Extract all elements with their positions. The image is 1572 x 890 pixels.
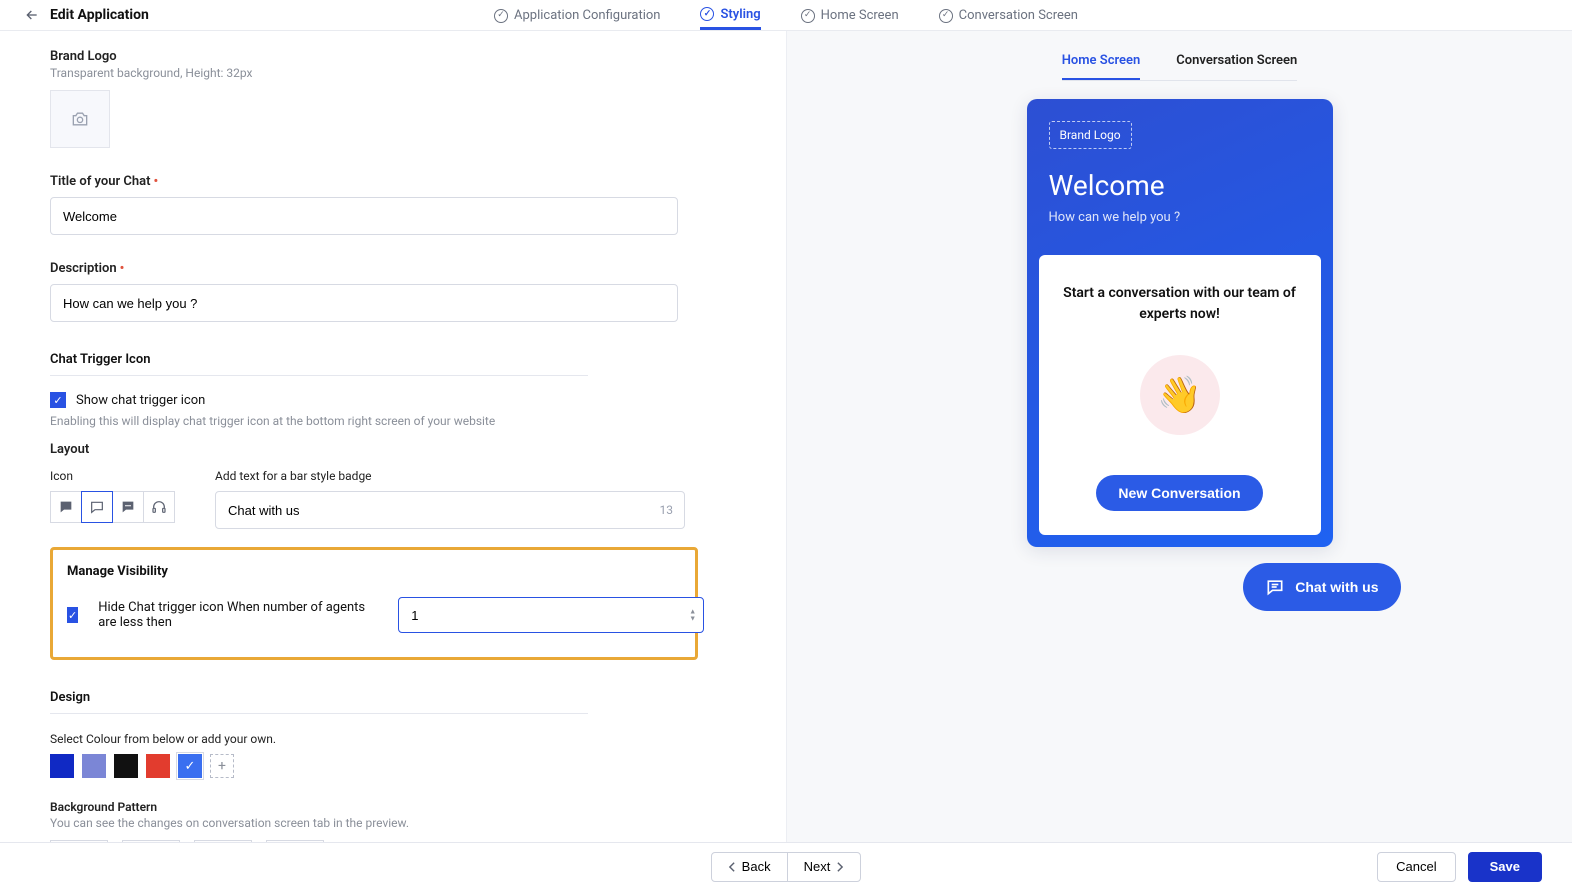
color-swatch[interactable] bbox=[50, 754, 74, 778]
section-chat-trigger: Chat Trigger Icon bbox=[50, 352, 588, 376]
brand-logo-placeholder: Brand Logo bbox=[1049, 121, 1132, 149]
icon-option-dots[interactable] bbox=[112, 491, 144, 523]
page-title: Edit Application bbox=[50, 7, 149, 23]
brand-logo-label: Brand Logo bbox=[50, 49, 736, 64]
icon-label: Icon bbox=[50, 469, 175, 483]
manage-visibility-box: Manage Visibility Hide Chat trigger icon… bbox=[50, 547, 698, 660]
stepper-down-icon[interactable]: ▼ bbox=[689, 616, 696, 622]
back-arrow[interactable] bbox=[20, 3, 44, 27]
required-dot: • bbox=[120, 261, 125, 276]
icon-selector bbox=[50, 491, 175, 523]
preview-tab-conversation[interactable]: Conversation Screen bbox=[1176, 49, 1297, 80]
pattern-label: Background Pattern bbox=[50, 800, 736, 814]
show-trigger-label: Show chat trigger icon bbox=[76, 393, 205, 408]
widget-subtitle: How can we help you ? bbox=[1049, 210, 1311, 225]
bar-text-input[interactable] bbox=[215, 491, 685, 529]
bar-char-counter: 13 bbox=[660, 503, 674, 517]
hide-trigger-checkbox[interactable] bbox=[67, 607, 78, 623]
icon-option-speech-outline[interactable] bbox=[81, 491, 113, 523]
form-panel: Brand Logo Transparent background, Heigh… bbox=[0, 31, 786, 842]
preview-tabs: Home Screen Conversation Screen bbox=[1062, 49, 1298, 81]
topbar: Edit Application Application Configurati… bbox=[0, 0, 1572, 30]
number-stepper[interactable]: ▲▼ bbox=[689, 609, 696, 622]
color-swatch[interactable] bbox=[146, 754, 170, 778]
section-design: Design bbox=[50, 690, 588, 714]
icon-option-speech-filled[interactable] bbox=[50, 491, 82, 523]
footer: Back Next Cancel Save bbox=[0, 842, 1572, 890]
hide-trigger-label: Hide Chat trigger icon When number of ag… bbox=[98, 600, 378, 630]
next-button[interactable]: Next bbox=[787, 852, 862, 882]
step-application-configuration[interactable]: Application Configuration bbox=[494, 0, 660, 30]
show-trigger-hint: Enabling this will display chat trigger … bbox=[50, 414, 736, 428]
layout-label: Layout bbox=[50, 442, 736, 457]
description-label: Description• bbox=[50, 261, 124, 276]
widget-title: Welcome bbox=[1049, 169, 1311, 202]
chat-title-label: Title of your Chat• bbox=[50, 174, 158, 189]
brand-logo-upload[interactable] bbox=[50, 90, 110, 148]
show-trigger-checkbox[interactable] bbox=[50, 392, 66, 408]
wizard-nav: Back Next bbox=[711, 852, 862, 882]
color-palette: + bbox=[50, 754, 736, 778]
chat-title-input[interactable] bbox=[50, 197, 678, 235]
section-manage-visibility: Manage Visibility bbox=[67, 564, 681, 579]
chat-trigger-badge[interactable]: Chat with us bbox=[1243, 563, 1400, 611]
icon-option-headset[interactable] bbox=[143, 491, 175, 523]
save-button[interactable]: Save bbox=[1468, 852, 1542, 882]
new-conversation-button[interactable]: New Conversation bbox=[1096, 475, 1262, 511]
color-label: Select Colour from below or add your own… bbox=[50, 732, 736, 746]
chat-icon bbox=[1265, 577, 1285, 597]
wave-icon: 👋 bbox=[1140, 355, 1220, 435]
widget-preview: Brand Logo Welcome How can we help you ?… bbox=[1027, 99, 1333, 547]
pattern-hint: You can see the changes on conversation … bbox=[50, 816, 736, 830]
wizard-steps: Application Configuration Styling Home S… bbox=[494, 0, 1078, 30]
cancel-button[interactable]: Cancel bbox=[1377, 852, 1455, 882]
bar-label: Add text for a bar style badge bbox=[215, 469, 685, 483]
camera-icon bbox=[70, 109, 90, 129]
step-home-screen[interactable]: Home Screen bbox=[801, 0, 899, 30]
step-styling[interactable]: Styling bbox=[700, 0, 760, 30]
required-dot: • bbox=[154, 174, 159, 189]
brand-logo-hint: Transparent background, Height: 32px bbox=[50, 66, 736, 80]
color-swatch[interactable] bbox=[178, 754, 202, 778]
widget-card-text: Start a conversation with our team of ex… bbox=[1059, 283, 1301, 325]
color-swatch[interactable] bbox=[114, 754, 138, 778]
preview-tab-home[interactable]: Home Screen bbox=[1062, 49, 1141, 80]
preview-panel: Home Screen Conversation Screen Brand Lo… bbox=[786, 31, 1572, 842]
step-conversation-screen[interactable]: Conversation Screen bbox=[939, 0, 1078, 30]
agents-threshold-input[interactable] bbox=[398, 597, 704, 633]
back-button[interactable]: Back bbox=[711, 852, 788, 882]
description-input[interactable] bbox=[50, 284, 678, 322]
color-swatch[interactable] bbox=[82, 754, 106, 778]
add-color-button[interactable]: + bbox=[210, 754, 234, 778]
